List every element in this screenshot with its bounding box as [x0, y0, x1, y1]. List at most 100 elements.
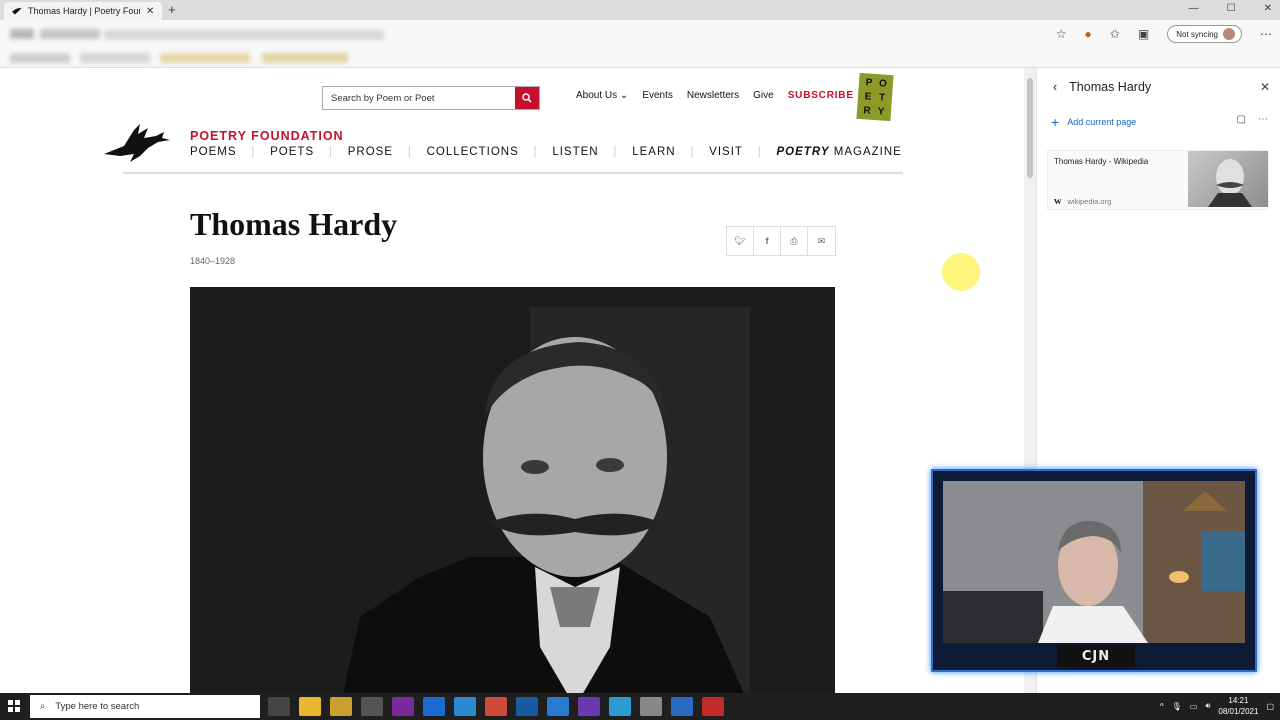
app-icon[interactable]	[640, 697, 662, 716]
search-icon: ⌕	[40, 701, 46, 712]
main-nav: POEMS | POETS | PROSE | COLLECTIONS | LI…	[190, 146, 902, 158]
close-window-icon[interactable]: ✕	[1264, 3, 1272, 14]
nav-divider: |	[328, 146, 333, 158]
browser-tab[interactable]: Thomas Hardy | Poetry Foundatio ✕	[4, 2, 162, 20]
extension-icon[interactable]: ●	[1085, 27, 1092, 41]
visual-studio-icon[interactable]	[578, 697, 600, 716]
outlook-icon[interactable]	[516, 697, 538, 716]
favorites-icon[interactable]: ✩	[1110, 27, 1120, 41]
vscode-icon[interactable]	[547, 697, 569, 716]
panel-title: Thomas Hardy	[1069, 80, 1152, 94]
more-options-icon[interactable]: ⋯	[1258, 114, 1268, 125]
card-source: W wikipedia.org	[1054, 197, 1112, 206]
nav-poetry-magazine[interactable]: POETRY MAGAZINE	[777, 146, 902, 158]
folder-icon[interactable]	[330, 697, 352, 716]
blurred-favorite	[262, 53, 348, 63]
notifications-icon[interactable]: ▢	[1266, 702, 1274, 711]
add-current-page-button[interactable]: + Add current page	[1051, 114, 1136, 130]
poet-portrait-photo	[190, 287, 835, 693]
clock[interactable]: 14:21 08/01/2021	[1218, 695, 1258, 717]
nav-divider-line	[123, 172, 903, 174]
new-tab-button[interactable]: +	[168, 2, 176, 17]
search-button[interactable]	[515, 87, 539, 109]
address-bar[interactable]: ☆ ● ✩ ▣ Not syncing ⋯	[0, 20, 1280, 48]
nav-give[interactable]: Give	[753, 90, 774, 101]
minimize-icon[interactable]: —	[1189, 3, 1199, 14]
nav-listen[interactable]: LISTEN	[552, 146, 598, 158]
chrome-icon[interactable]	[485, 697, 507, 716]
chevron-up-icon[interactable]: ^	[1160, 702, 1164, 711]
file-explorer-icon[interactable]	[299, 697, 321, 716]
pegasus-logo-icon[interactable]	[104, 124, 172, 164]
print-icon[interactable]: ⎙	[781, 227, 808, 255]
email-icon[interactable]: ✉	[808, 227, 835, 255]
nav-about-us[interactable]: About Us ⌄	[576, 90, 628, 101]
nav-learn[interactable]: LEARN	[632, 146, 675, 158]
todo-icon[interactable]	[671, 697, 693, 716]
portrait-illustration	[190, 287, 835, 693]
screen: Thomas Hardy | Poetry Foundatio ✕ + — ☐ …	[0, 0, 1280, 720]
poetry-foundation-favicon	[12, 7, 22, 15]
firefox-icon[interactable]	[423, 697, 445, 716]
facebook-icon[interactable]: f	[754, 227, 781, 255]
webcam-overlay: CJN	[931, 469, 1257, 672]
nav-divider: |	[251, 146, 256, 158]
card-title: Thomas Hardy - Wikipedia	[1054, 157, 1149, 166]
nav-poets[interactable]: POETS	[270, 146, 314, 158]
profile-sync-button[interactable]: Not syncing	[1167, 25, 1242, 43]
poet-dates: 1840–1928	[190, 256, 236, 266]
nav-collections[interactable]: COLLECTIONS	[427, 146, 519, 158]
address-bar-tools: ☆ ● ✩ ▣ Not syncing ⋯	[1056, 25, 1272, 43]
app-icon[interactable]	[702, 697, 724, 716]
task-view-icon[interactable]	[268, 697, 290, 716]
subscribe-link[interactable]: SUBSCRIBE	[788, 90, 854, 101]
more-menu-icon[interactable]: ⋯	[1260, 27, 1272, 41]
org-name[interactable]: POETRY FOUNDATION	[190, 129, 344, 143]
network-icon[interactable]: ▭	[1190, 702, 1198, 711]
utility-nav: About Us ⌄ Events Newsletters Give SUBSC…	[576, 90, 854, 101]
collection-item-card[interactable]: Thomas Hardy - Wikipedia W wikipedia.org	[1047, 150, 1269, 210]
back-arrow-icon[interactable]: ‹	[1053, 80, 1057, 94]
blurred-url	[104, 30, 384, 40]
windows-start-icon[interactable]	[8, 700, 20, 712]
search-input[interactable]: Search by Poem or Poet	[323, 87, 515, 109]
blurred-favorite	[160, 53, 250, 63]
terminal-icon[interactable]	[361, 697, 383, 716]
web-page: Search by Poem or Poet About Us ⌄ Events…	[0, 68, 1024, 693]
card-thumbnail	[1188, 151, 1268, 207]
store-icon[interactable]	[609, 697, 631, 716]
close-tab-icon[interactable]: ✕	[146, 6, 154, 17]
close-panel-icon[interactable]: ✕	[1260, 80, 1270, 94]
volume-icon[interactable]: 🔊︎	[1205, 701, 1210, 711]
browser-tab-bar: Thomas Hardy | Poetry Foundatio ✕ + — ☐ …	[0, 0, 1280, 20]
windows-taskbar: ⌕ Type here to search ^ 🎙︎ ▭ 🔊︎ 14:21 08…	[0, 693, 1280, 720]
window-controls: — ☐ ✕	[1189, 3, 1272, 14]
taskbar-search[interactable]: ⌕ Type here to search	[30, 695, 260, 718]
webcam-video	[943, 481, 1245, 643]
onenote-icon[interactable]	[392, 697, 414, 716]
nav-prose[interactable]: PROSE	[348, 146, 393, 158]
blurred-url	[40, 29, 100, 39]
search-icon	[522, 93, 532, 103]
microphone-icon[interactable]: 🎙︎	[1172, 702, 1182, 711]
share-tools: 🐦︎ f ⎙ ✉	[726, 226, 836, 256]
nav-divider: |	[407, 146, 412, 158]
add-note-icon[interactable]: ▢	[1237, 114, 1246, 125]
nav-newsletters[interactable]: Newsletters	[687, 90, 739, 101]
twitter-icon[interactable]: 🐦︎	[727, 227, 754, 255]
favorites-bar	[0, 48, 1280, 68]
page-title: Thomas Hardy	[190, 206, 398, 242]
nav-poems[interactable]: POEMS	[190, 146, 237, 158]
collections-icon[interactable]: ▣	[1138, 27, 1149, 41]
favorite-star-icon[interactable]: ☆	[1056, 27, 1067, 41]
poetry-magazine-logo[interactable]: P O E T R Y	[856, 72, 894, 122]
maximize-icon[interactable]: ☐	[1227, 3, 1236, 14]
profile-avatar	[1223, 28, 1235, 40]
edge-icon[interactable]	[454, 697, 476, 716]
webcam-name-label: CJN	[1057, 645, 1135, 667]
nav-visit[interactable]: VISIT	[709, 146, 743, 158]
nav-events[interactable]: Events	[642, 90, 673, 101]
scrollbar-thumb[interactable]	[1027, 78, 1033, 178]
nav-divider: |	[690, 146, 695, 158]
system-tray: ^ 🎙︎ ▭ 🔊︎ 14:21 08/01/2021 ▢	[1160, 695, 1274, 717]
